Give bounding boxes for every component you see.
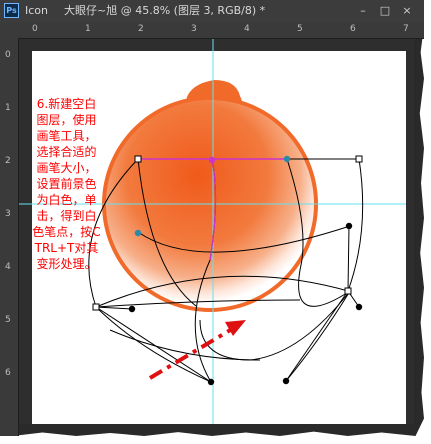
- handle-dot: [128, 305, 136, 313]
- handle-dot: [345, 222, 353, 230]
- anchor-point: [134, 155, 142, 163]
- handle-dot: [282, 377, 290, 385]
- tutorial-annotation-text: 6.新建空白图层，使用画笔工具，选择合适的画笔大小，设置前景色为白色，单击，得到…: [32, 97, 101, 271]
- selected-anchor-dot[interactable]: [208, 156, 216, 164]
- anchor-dot[interactable]: [283, 155, 291, 163]
- anchor-point: [355, 155, 363, 163]
- anchor-point: [92, 303, 100, 311]
- anchor-dot[interactable]: [134, 229, 142, 237]
- screenshot-frame: Ps Icon 大眼仔~旭 @ 45.8% (图层 3, RGB/8) * – …: [0, 0, 431, 444]
- handle-dot: [355, 303, 363, 311]
- anchor-point: [344, 287, 352, 295]
- handle-dot: [207, 378, 215, 386]
